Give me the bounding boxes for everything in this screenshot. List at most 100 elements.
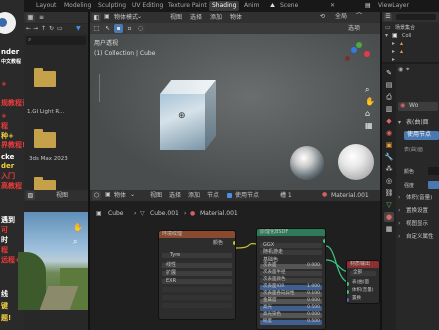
hand-pan-icon[interactable]: ✋ bbox=[365, 98, 375, 106]
particles-tab-icon[interactable]: ⁂ bbox=[384, 164, 394, 174]
bsdf-node-header[interactable]: 原理化BSDF bbox=[257, 229, 325, 236]
cube-object[interactable]: ⊕ bbox=[160, 80, 216, 150]
collection-label[interactable]: Coll bbox=[402, 32, 411, 40]
editor-type-icon[interactable]: ▦ bbox=[26, 13, 35, 22]
volume-socket[interactable] bbox=[347, 290, 349, 294]
new-folder-icon[interactable]: ▭ bbox=[57, 25, 63, 33]
camera-icon[interactable]: ⌂ bbox=[365, 110, 370, 118]
options-dropdown[interactable]: 选项 bbox=[348, 25, 360, 33]
image-editor-type-icon[interactable]: ▧ bbox=[26, 191, 35, 200]
texture-tab-icon[interactable]: ▦ bbox=[384, 224, 394, 234]
outliner-type-icon[interactable]: ☰ bbox=[384, 13, 392, 21]
tab-uv-editing[interactable]: UV Editing bbox=[132, 1, 163, 11]
viewport-canvas[interactable]: 用户透视 (1) Collection | Cube ⊕ ⌕ ✋ ⌂ ▦ bbox=[90, 34, 380, 190]
source-dropdown[interactable]: EXR bbox=[162, 278, 232, 284]
scene-icon[interactable]: ⛰ bbox=[270, 1, 275, 11]
viewport-display-section-header[interactable]: 视图显示 bbox=[406, 220, 428, 228]
filter-icon[interactable]: ▼ bbox=[76, 25, 81, 33]
view-menu-icon[interactable]: ≡ bbox=[37, 13, 46, 22]
texture-node[interactable]: 环境纹理 颜色 Tyre 线性 扩展 EXR bbox=[158, 230, 236, 320]
folder-icon[interactable] bbox=[34, 129, 56, 148]
select-box-icon[interactable]: ⬚ bbox=[92, 24, 101, 33]
collapse-arrow-icon[interactable]: › bbox=[398, 207, 400, 215]
zoom-icon[interactable]: ⌕ bbox=[365, 86, 369, 94]
surface-socket[interactable] bbox=[347, 282, 349, 286]
tab-animation[interactable]: Anim bbox=[244, 1, 259, 11]
material-tab-icon[interactable]: ● bbox=[384, 212, 394, 222]
z-axis-icon[interactable] bbox=[351, 47, 357, 53]
global-dropdown[interactable]: 全局 bbox=[335, 13, 347, 21]
view-layer-name[interactable]: ViewLayer bbox=[378, 1, 409, 11]
output-node-header[interactable]: 材质输出 bbox=[347, 261, 379, 268]
target-dropdown[interactable]: 全部 bbox=[350, 270, 376, 276]
camera-item-icon[interactable]: ▸ bbox=[392, 48, 395, 56]
pin-icon[interactable]: ⌖ bbox=[406, 66, 409, 74]
colorspace-dropdown[interactable] bbox=[162, 287, 232, 292]
modifier-tab-icon[interactable]: 🔧 bbox=[384, 152, 394, 162]
settings-section-header[interactable]: 置换设置 bbox=[406, 207, 428, 215]
refresh-icon[interactable]: ↻ bbox=[49, 25, 54, 33]
neg-x-axis-icon[interactable] bbox=[345, 56, 350, 61]
image-field[interactable]: Tyre bbox=[162, 252, 232, 258]
menu-select[interactable]: 选择 bbox=[190, 14, 202, 22]
scene-collection-label[interactable]: 场景集合 bbox=[395, 24, 415, 32]
tab-texture-paint[interactable]: Texture Paint bbox=[168, 1, 207, 11]
subsurface-method-dropdown[interactable]: 随机游走 bbox=[260, 249, 322, 255]
volume-section-header[interactable]: 体积(音量) bbox=[406, 194, 432, 202]
texture-node-header[interactable]: 环境纹理 bbox=[159, 231, 235, 238]
expand-arrow-icon[interactable]: ▾ bbox=[385, 32, 388, 40]
menu-view[interactable]: 视图 bbox=[170, 14, 182, 22]
shader-node-editor[interactable]: ⬡ ▣ 物体 ⌄ 视图 选择 添加 节点 使用节点 槽 1 ● Material… bbox=[90, 190, 380, 330]
vector-input[interactable] bbox=[162, 303, 232, 308]
physics-tab-icon[interactable]: ◎ bbox=[384, 176, 394, 186]
outliner-search-input[interactable] bbox=[396, 14, 436, 20]
output-tab-icon[interactable]: ⎙ bbox=[384, 92, 394, 102]
projection-dropdown[interactable]: 扩展 bbox=[162, 270, 232, 276]
close-icon[interactable]: ✕ bbox=[330, 1, 335, 11]
scene-tab-icon[interactable]: ◆ bbox=[384, 116, 394, 126]
chrome-sphere[interactable] bbox=[290, 146, 324, 180]
roughness-field[interactable]: 糙度 0.500 bbox=[260, 319, 322, 325]
use-nodes-button[interactable]: 使用节点 bbox=[404, 131, 439, 140]
zoom-icon[interactable]: ⌕ bbox=[73, 238, 77, 246]
transform-orientation-icon[interactable]: ⟲ bbox=[320, 13, 325, 21]
bsdf-node[interactable]: 原理化BSDF GGX 随机游走 基础色 次表面 0.000 次表面半径 次表面… bbox=[256, 228, 326, 330]
strength-field[interactable] bbox=[428, 181, 439, 189]
parent-dir-icon[interactable]: ↑ bbox=[41, 25, 46, 33]
path-field[interactable]: ⌕ bbox=[26, 36, 86, 45]
y-axis-icon[interactable] bbox=[356, 42, 362, 48]
bsdf-output-socket[interactable] bbox=[323, 239, 325, 243]
view-layer-icon[interactable]: ▤ bbox=[365, 1, 371, 11]
tab-shading[interactable]: Shading bbox=[209, 1, 240, 11]
hand-pan-icon[interactable]: ✋ bbox=[73, 224, 83, 232]
light-icon[interactable]: ▸ bbox=[392, 40, 395, 48]
data-tab-icon[interactable]: ▽ bbox=[384, 200, 394, 210]
custom-properties-section-header[interactable]: 自定义属性 bbox=[406, 233, 434, 241]
diffuse-sphere[interactable] bbox=[338, 144, 374, 180]
render-tab-icon[interactable]: ▤ bbox=[384, 80, 394, 90]
color-socket[interactable] bbox=[233, 241, 235, 245]
tab-sculpting[interactable]: Sculpting bbox=[98, 1, 126, 11]
viewport-type-icon[interactable]: ◧ bbox=[92, 13, 101, 22]
file-item-label[interactable]: 3ds Max 2023 bbox=[29, 155, 68, 163]
collapse-arrow-icon[interactable]: › bbox=[398, 233, 400, 241]
constraints-tab-icon[interactable]: ⛓ bbox=[384, 188, 394, 198]
collapse-arrow-icon[interactable]: › bbox=[398, 194, 400, 202]
cube-item-icon[interactable]: ▸ bbox=[392, 56, 395, 64]
3d-viewport[interactable]: ◧ ▣ 物体模式 ⌄ 视图 选择 添加 物体 ⟲ 全局 ⌒ ⬚ ↖ ▪ ▫ ◌ … bbox=[90, 12, 380, 190]
snap-icon[interactable]: ⌒ bbox=[356, 13, 362, 21]
collapse-arrow-icon[interactable]: › bbox=[398, 220, 400, 228]
select-circle-icon[interactable]: ◌ bbox=[136, 24, 145, 33]
expand-arrow-icon[interactable]: ▾ bbox=[398, 119, 401, 127]
displacement-socket[interactable] bbox=[347, 298, 349, 302]
mode-dropdown[interactable]: 物体模式 bbox=[114, 14, 138, 22]
world-tab-icon[interactable]: ◉ bbox=[384, 128, 394, 138]
tab-layout[interactable]: Layout bbox=[36, 1, 56, 11]
surface-section-header[interactable]: 表(曲)面 bbox=[406, 119, 429, 127]
menu-add[interactable]: 添加 bbox=[210, 14, 222, 22]
grid-icon[interactable]: ▦ bbox=[365, 122, 373, 130]
material-output-node[interactable]: 材质输出 全部 表(曲)面 体积(音量) 置换 bbox=[346, 260, 380, 304]
back-arrow-icon[interactable]: ← bbox=[26, 25, 31, 33]
select-lasso-icon[interactable]: ▫ bbox=[125, 24, 134, 33]
folder-icon[interactable] bbox=[34, 68, 56, 87]
